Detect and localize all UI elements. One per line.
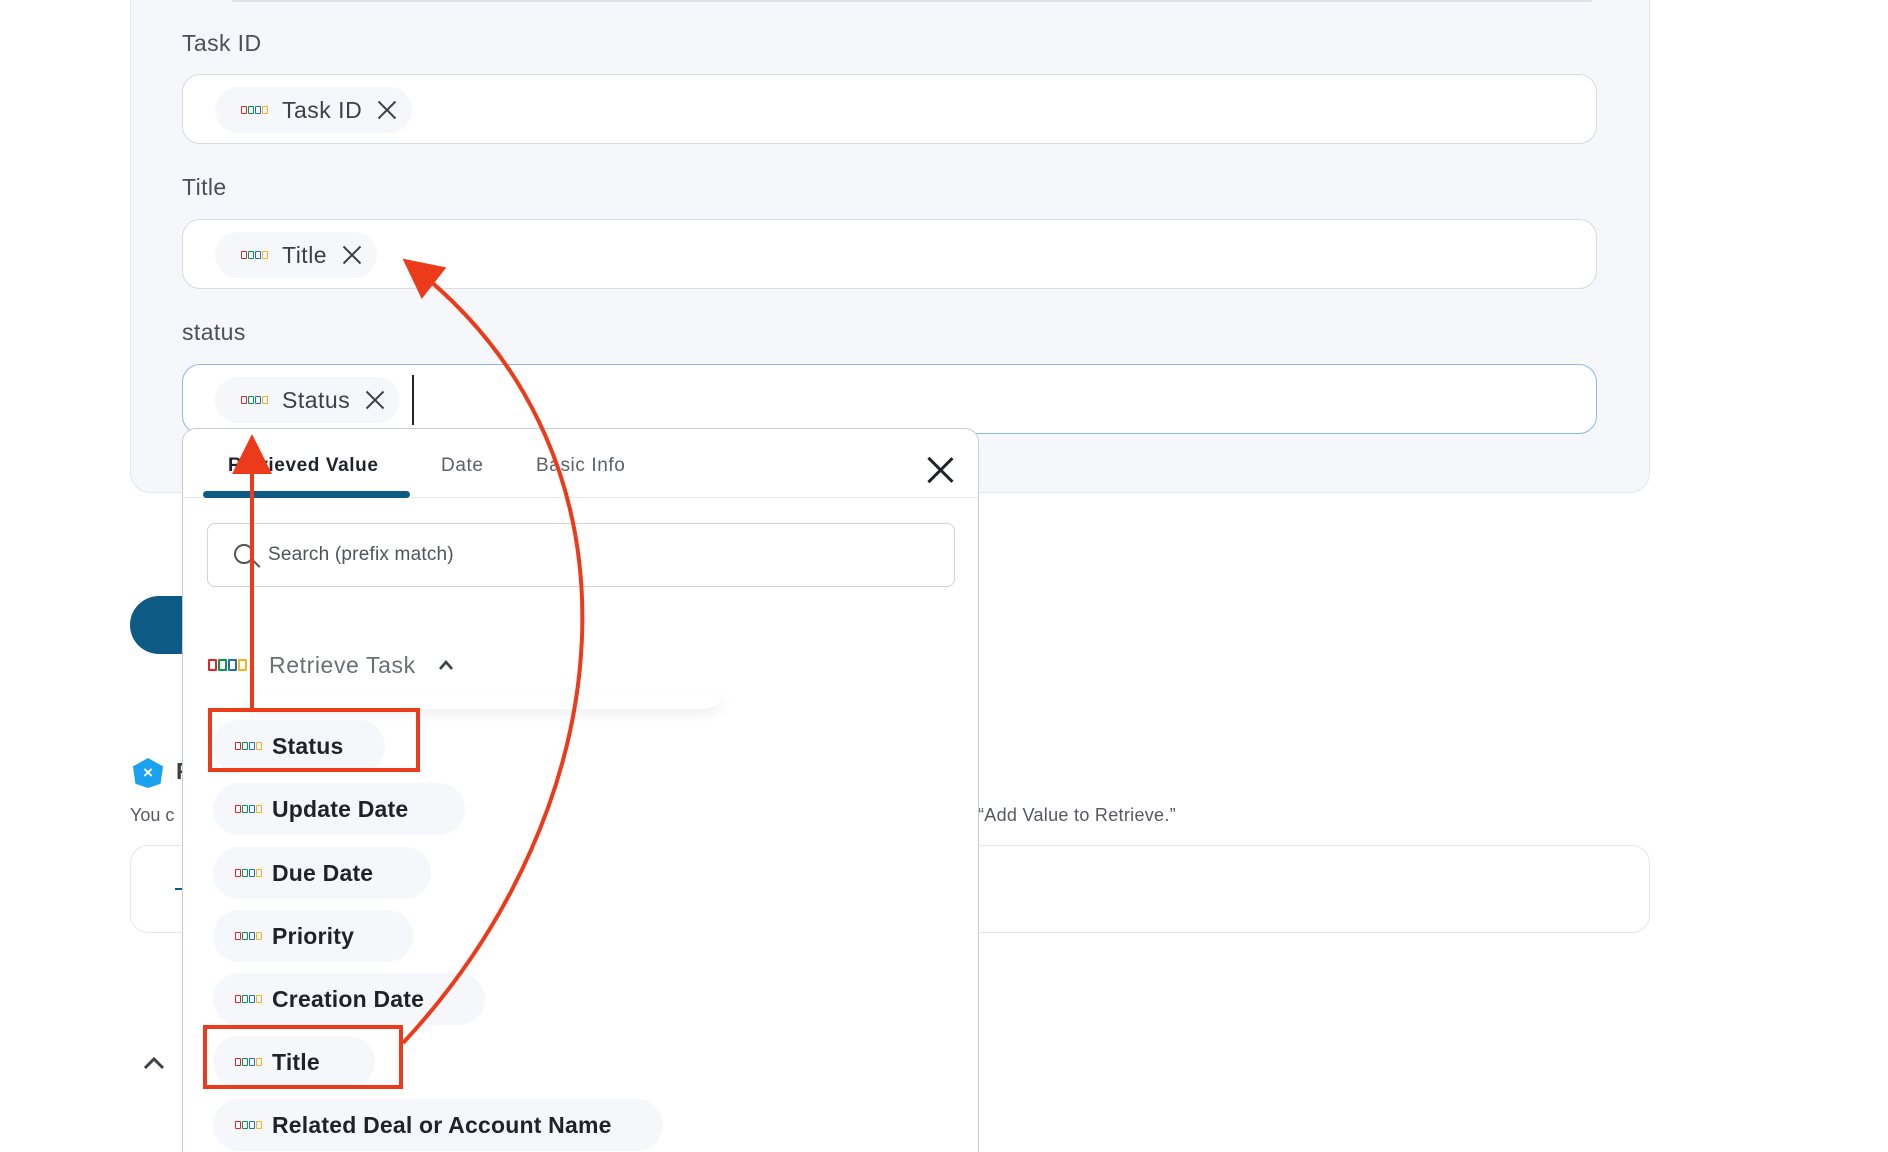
title-label: Title — [182, 174, 227, 200]
task-id-label: Task ID — [182, 30, 262, 56]
divider — [232, 0, 1592, 2]
close-icon[interactable] — [925, 455, 955, 485]
tab-date[interactable]: Date — [441, 455, 484, 477]
list-item-related-deal[interactable]: Related Deal or Account Name — [213, 1099, 663, 1151]
group-divider — [243, 691, 723, 709]
list-item-update-date[interactable]: Update Date — [213, 783, 465, 835]
search-input[interactable]: Search (prefix match) — [207, 523, 955, 587]
close-hex-icon: × — [133, 758, 163, 788]
zoho-logo-icon — [235, 1121, 262, 1129]
item-label: Update Date — [272, 795, 409, 822]
help-text-end: “Add Value to Retrieve.” — [978, 805, 1176, 825]
group-header-retrieve-task[interactable]: Retrieve Task — [208, 635, 638, 695]
tab-retrieved-value[interactable]: Retrieved Value — [228, 455, 379, 477]
title-chip[interactable]: Title — [215, 232, 378, 278]
group-name: Retrieve Task — [269, 651, 416, 678]
zoho-logo-icon — [241, 106, 268, 114]
help-text: You c — [130, 805, 175, 825]
zoho-logo-icon — [235, 805, 262, 813]
text-cursor — [412, 375, 414, 425]
highlight-box-status — [208, 708, 420, 772]
chevron-up-icon[interactable] — [438, 657, 454, 673]
task-id-chip[interactable]: Task ID — [215, 87, 413, 133]
status-label: status — [182, 319, 246, 345]
item-label: Related Deal or Account Name — [272, 1111, 612, 1138]
status-field[interactable]: Status — [182, 364, 1597, 434]
list-item-priority[interactable]: Priority — [213, 910, 413, 962]
tab-bar: Retrieved Value Date Basic Info — [183, 429, 978, 498]
zoho-logo-icon — [208, 659, 247, 671]
list-item-creation-date[interactable]: Creation Date — [213, 973, 485, 1025]
tab-basic-info[interactable]: Basic Info — [536, 455, 625, 477]
search-icon — [234, 544, 254, 564]
task-id-field[interactable]: Task ID — [182, 74, 1597, 144]
zoho-logo-icon — [235, 869, 262, 877]
item-label: Due Date — [272, 859, 374, 886]
remove-chip-icon[interactable] — [341, 244, 363, 266]
zoho-logo-icon — [235, 932, 262, 940]
chip-label: Task ID — [282, 96, 363, 123]
zoho-logo-icon — [241, 396, 268, 404]
status-chip[interactable]: Status — [215, 377, 401, 423]
chip-label: Status — [282, 386, 351, 413]
active-tab-indicator — [203, 491, 410, 498]
search-placeholder: Search (prefix match) — [268, 544, 454, 565]
remove-chip-icon[interactable] — [364, 389, 386, 411]
title-field[interactable]: Title — [182, 219, 1597, 289]
item-label: Creation Date — [272, 985, 425, 1012]
list-item-due-date[interactable]: Due Date — [213, 847, 431, 899]
remove-chip-icon[interactable] — [376, 99, 398, 121]
highlight-box-title — [203, 1025, 403, 1089]
chip-label: Title — [282, 241, 328, 268]
chevron-up-icon[interactable] — [143, 1052, 165, 1074]
item-label: Priority — [272, 922, 355, 949]
zoho-logo-icon — [235, 995, 262, 1003]
zoho-logo-icon — [241, 251, 268, 259]
